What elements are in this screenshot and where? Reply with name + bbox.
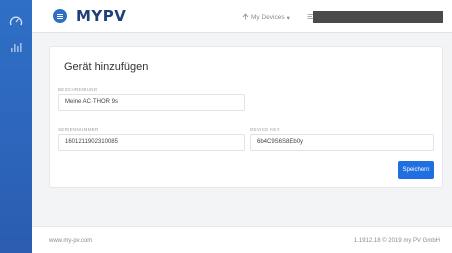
footer-link[interactable]: www.my-pv.com — [49, 238, 92, 244]
add-device-card: Gerät hinzufügen BESCHREIBUNG Meine AC·T… — [49, 46, 443, 188]
footer: www.my-pv.com 1.1912.18 © 2019 my PV Gmb… — [32, 226, 452, 253]
redacted-user-name — [313, 11, 443, 23]
bar-chart-icon[interactable] — [9, 41, 23, 53]
device-key-label: DEVICE KEY — [250, 127, 281, 132]
my-devices-label: My Devices — [251, 14, 285, 21]
save-button[interactable]: Speichern — [398, 161, 434, 179]
device-icon — [242, 13, 249, 22]
device-key-input[interactable]: 6b4C9S6S8Eb0y — [250, 134, 434, 151]
description-input[interactable]: Meine AC·THOR 9s — [58, 94, 245, 111]
description-label: BESCHREIBUNG — [58, 87, 98, 92]
gauge-icon[interactable] — [9, 15, 23, 27]
hamburger-icon — [57, 15, 63, 17]
serial-number-input[interactable]: 1601211902310085 — [58, 134, 245, 151]
menu-toggle-button[interactable] — [53, 9, 67, 23]
sidebar — [0, 0, 32, 253]
my-devices-menu[interactable]: My Devices ▾ — [242, 13, 290, 22]
logo: MYPV — [76, 7, 127, 25]
chevron-down-icon: ▾ — [286, 14, 290, 22]
footer-copyright: 1.1912.18 © 2019 my PV GmbH — [353, 238, 440, 244]
serial-number-label: SERIENNUMMER — [58, 127, 99, 132]
page-title: Gerät hinzufügen — [64, 61, 149, 73]
